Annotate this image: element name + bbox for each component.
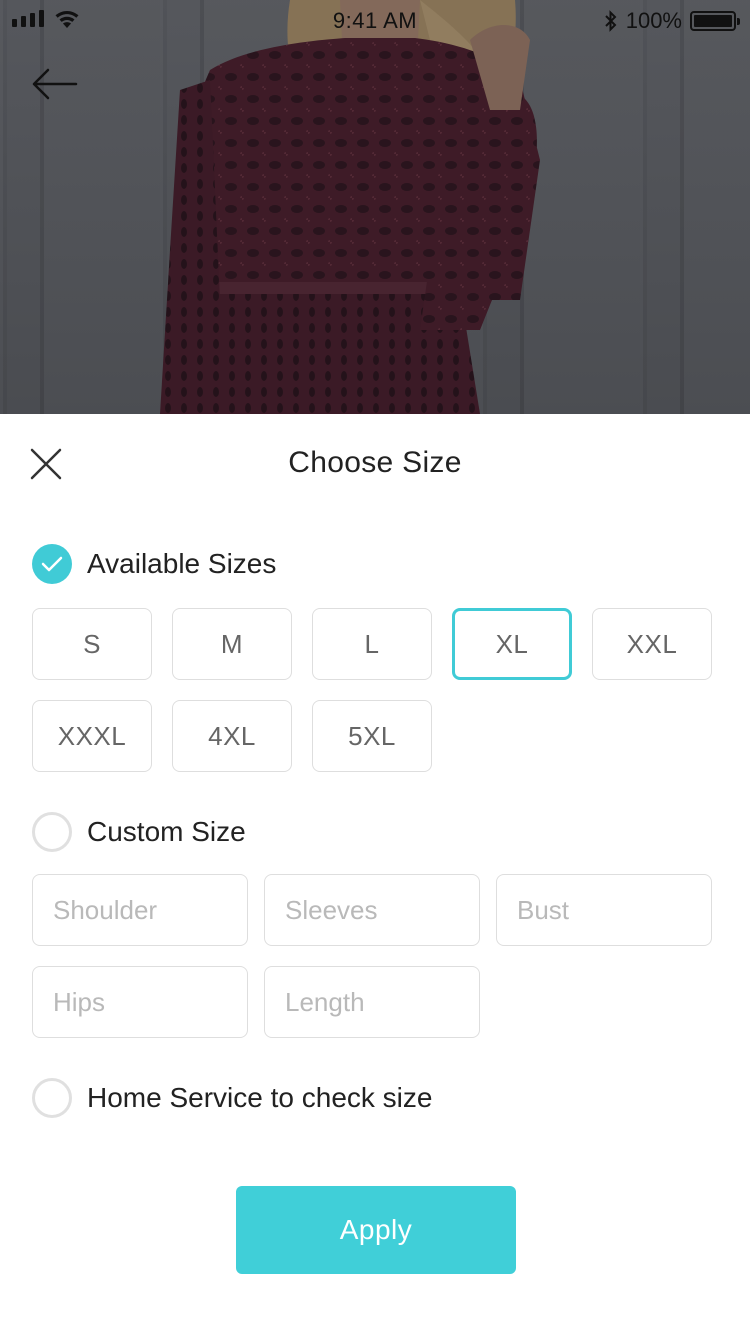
available-sizes-radio[interactable]	[32, 544, 72, 584]
size-chip-5xl[interactable]: 5XL	[312, 700, 432, 772]
hips-input[interactable]	[32, 966, 248, 1038]
back-arrow-icon[interactable]	[30, 66, 78, 102]
checkmark-icon	[41, 556, 63, 572]
product-photo	[0, 0, 750, 414]
status-bar: 9:41 AM 100%	[0, 0, 750, 40]
custom-size-radio[interactable]	[32, 812, 72, 852]
apply-button[interactable]: Apply	[236, 1186, 516, 1274]
size-chip-xxxl[interactable]: XXXL	[32, 700, 152, 772]
option-home-service[interactable]: Home Service to check size	[32, 1078, 432, 1118]
size-chip-l[interactable]: L	[312, 608, 432, 680]
bluetooth-icon	[605, 10, 617, 32]
home-service-label: Home Service to check size	[87, 1082, 433, 1113]
size-chip-s[interactable]: S	[32, 608, 152, 680]
sheet-title: Choose Size	[288, 446, 462, 479]
size-chip-xl-selected[interactable]: XL	[452, 608, 572, 680]
custom-size-label: Custom Size	[87, 816, 246, 847]
sleeves-input[interactable]	[264, 874, 480, 946]
size-chip-m[interactable]: M	[172, 608, 292, 680]
size-chip-4xl[interactable]: 4XL	[172, 700, 292, 772]
choose-size-sheet: Choose Size Available Sizes S M L XL XXL…	[0, 414, 750, 1334]
battery-icon	[690, 11, 740, 31]
size-chip-xxl[interactable]: XXL	[592, 608, 712, 680]
option-custom-size[interactable]: Custom Size	[32, 812, 246, 852]
battery-percent: 100%	[625, 8, 682, 33]
available-sizes-label: Available Sizes	[87, 548, 277, 579]
length-input[interactable]	[264, 966, 480, 1038]
shoulder-input[interactable]	[32, 874, 248, 946]
bust-input[interactable]	[496, 874, 712, 946]
dim-overlay	[0, 0, 750, 414]
option-available-sizes[interactable]: Available Sizes	[32, 544, 276, 584]
home-service-radio[interactable]	[32, 1078, 72, 1118]
